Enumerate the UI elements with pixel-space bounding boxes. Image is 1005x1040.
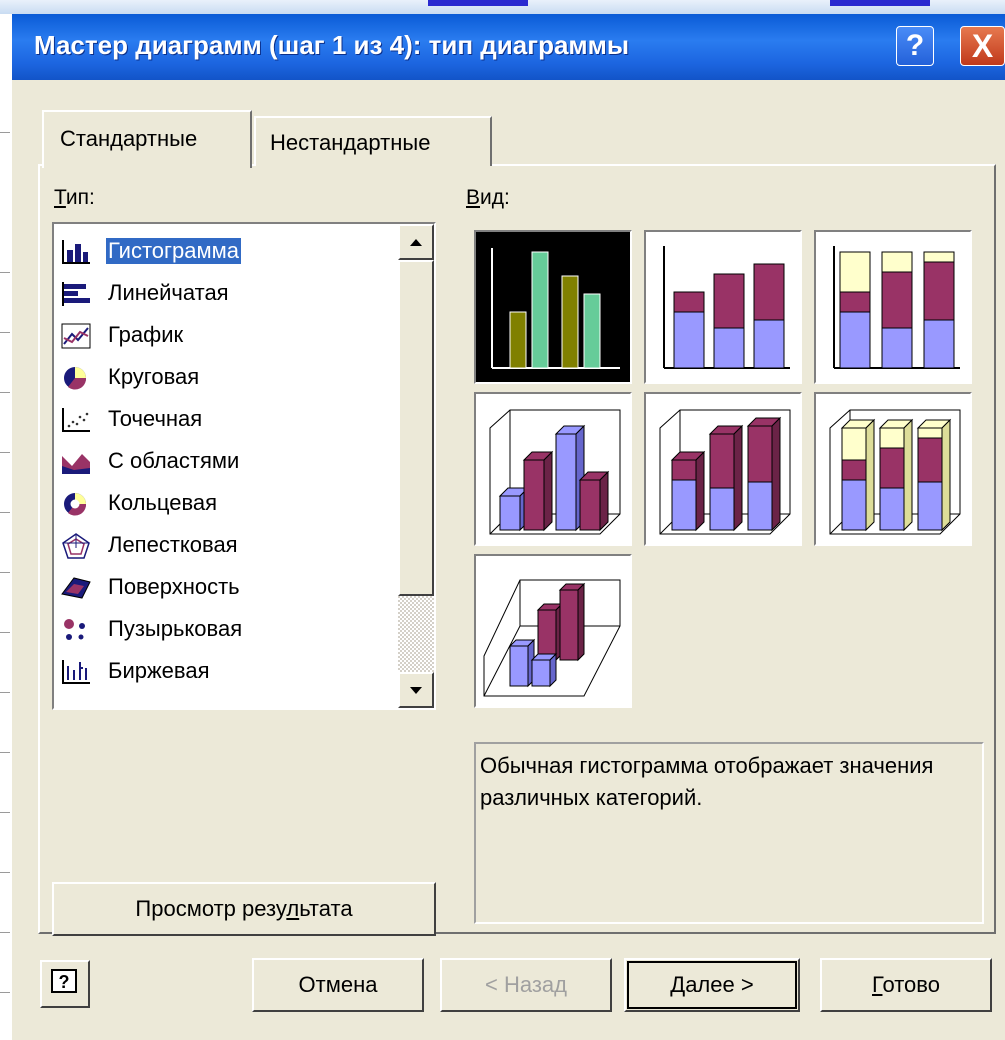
help-title-button[interactable]: ? bbox=[896, 26, 934, 66]
list-item-area[interactable]: С областями bbox=[58, 442, 388, 482]
doughnut-chart-icon bbox=[64, 493, 87, 516]
line-chart-icon bbox=[61, 323, 91, 349]
scatter-chart-icon bbox=[62, 408, 90, 432]
subtype-stacked-column-3d[interactable] bbox=[644, 392, 802, 546]
preview-button[interactable]: Просмотр результата bbox=[52, 882, 436, 936]
bar-chart-icon bbox=[62, 282, 90, 306]
subtype-stacked-column[interactable] bbox=[644, 230, 802, 384]
chart-subtype-grid bbox=[474, 230, 974, 716]
list-item-label: С областями bbox=[108, 448, 240, 473]
close-button[interactable]: X bbox=[960, 26, 1005, 66]
scroll-thumb[interactable] bbox=[398, 260, 434, 596]
list-item-stock[interactable]: Биржевая bbox=[58, 652, 388, 692]
help-icon: ? bbox=[51, 969, 77, 993]
subtype-percent-stacked-column[interactable] bbox=[814, 230, 972, 384]
tab-custom[interactable]: Нестандартные bbox=[254, 116, 492, 166]
stacked-column-3d-icon bbox=[659, 409, 791, 535]
list-item-bar[interactable]: Линейчатая bbox=[58, 274, 388, 314]
list-item-doughnut[interactable]: Кольцевая bbox=[58, 484, 388, 524]
list-item-column[interactable]: Гистограмма bbox=[58, 232, 388, 272]
chart-type-list[interactable]: Гистограмма Линейчатая График Круговая Т… bbox=[52, 222, 436, 710]
subtype-description: Обычная гистограмма отображает значения … bbox=[474, 742, 984, 924]
area-chart-icon bbox=[62, 454, 90, 474]
subtype-column-3d[interactable] bbox=[474, 554, 632, 708]
subtype-clustered-column-3d[interactable] bbox=[474, 392, 632, 546]
percent-stacked-column-icon bbox=[833, 246, 960, 369]
arrow-up-icon bbox=[410, 239, 422, 246]
stacked-column-icon bbox=[663, 246, 790, 369]
surface-chart-icon bbox=[61, 577, 91, 599]
window-title: Мастер диаграмм (шаг 1 из 4): тип диагра… bbox=[34, 30, 630, 60]
clustered-column-3d-icon bbox=[489, 409, 621, 535]
finish-button[interactable]: Готово bbox=[820, 958, 992, 1012]
back-button[interactable]: < Назад bbox=[440, 958, 612, 1012]
scroll-down-button[interactable] bbox=[398, 672, 434, 708]
list-item-bubble[interactable]: Пузырьковая bbox=[58, 610, 388, 650]
background-title-strip bbox=[0, 0, 1005, 14]
list-item-scatter[interactable]: Точечная bbox=[58, 400, 388, 440]
list-item-pie[interactable]: Круговая bbox=[58, 358, 388, 398]
tab-standard[interactable]: Стандартные bbox=[42, 110, 252, 168]
radar-chart-icon bbox=[62, 533, 90, 559]
list-item-line[interactable]: График bbox=[58, 316, 388, 356]
column-chart-icon bbox=[62, 240, 90, 264]
svg-text:?: ? bbox=[59, 972, 70, 992]
list-item-surface[interactable]: Поверхность bbox=[58, 568, 388, 608]
list-item-label: Кольцевая bbox=[108, 490, 218, 515]
list-item-label: График bbox=[108, 322, 184, 347]
scroll-up-button[interactable] bbox=[398, 224, 434, 260]
type-label: Тип: bbox=[54, 186, 95, 209]
percent-stacked-column-3d-icon bbox=[829, 409, 961, 535]
list-item-label: Линейчатая bbox=[108, 280, 229, 305]
list-item-label: Биржевая bbox=[108, 658, 210, 683]
list-item-label: Поверхность bbox=[108, 574, 240, 599]
bubble-chart-icon bbox=[64, 619, 85, 640]
preview-button-label: Просмотр результата bbox=[135, 896, 353, 921]
list-item-label: Точечная bbox=[108, 406, 203, 431]
stock-chart-icon bbox=[62, 660, 90, 684]
subtype-clustered-column[interactable] bbox=[474, 230, 632, 384]
list-item-label: Лепестковая bbox=[108, 532, 238, 557]
view-label: Вид: bbox=[466, 186, 510, 209]
subtype-percent-stacked-column-3d[interactable] bbox=[814, 392, 972, 546]
clustered-column-icon bbox=[491, 248, 620, 369]
title-bar[interactable]: Мастер диаграмм (шаг 1 из 4): тип диагра… bbox=[12, 14, 1005, 80]
next-button[interactable]: Далее > bbox=[624, 958, 800, 1012]
list-item-label: Гистограмма bbox=[106, 238, 242, 264]
column-3d-icon bbox=[483, 579, 621, 697]
pie-chart-icon bbox=[64, 367, 87, 390]
list-item-radar[interactable]: Лепестковая bbox=[58, 526, 388, 566]
cancel-button[interactable]: Отмена bbox=[252, 958, 424, 1012]
list-scrollbar[interactable] bbox=[398, 224, 434, 708]
arrow-down-icon bbox=[410, 687, 422, 694]
help-button[interactable]: ? bbox=[40, 960, 90, 1008]
list-item-label: Пузырьковая bbox=[108, 616, 243, 641]
list-item-label: Круговая bbox=[108, 364, 200, 389]
chart-wizard-dialog: Мастер диаграмм (шаг 1 из 4): тип диагра… bbox=[12, 14, 1005, 1040]
